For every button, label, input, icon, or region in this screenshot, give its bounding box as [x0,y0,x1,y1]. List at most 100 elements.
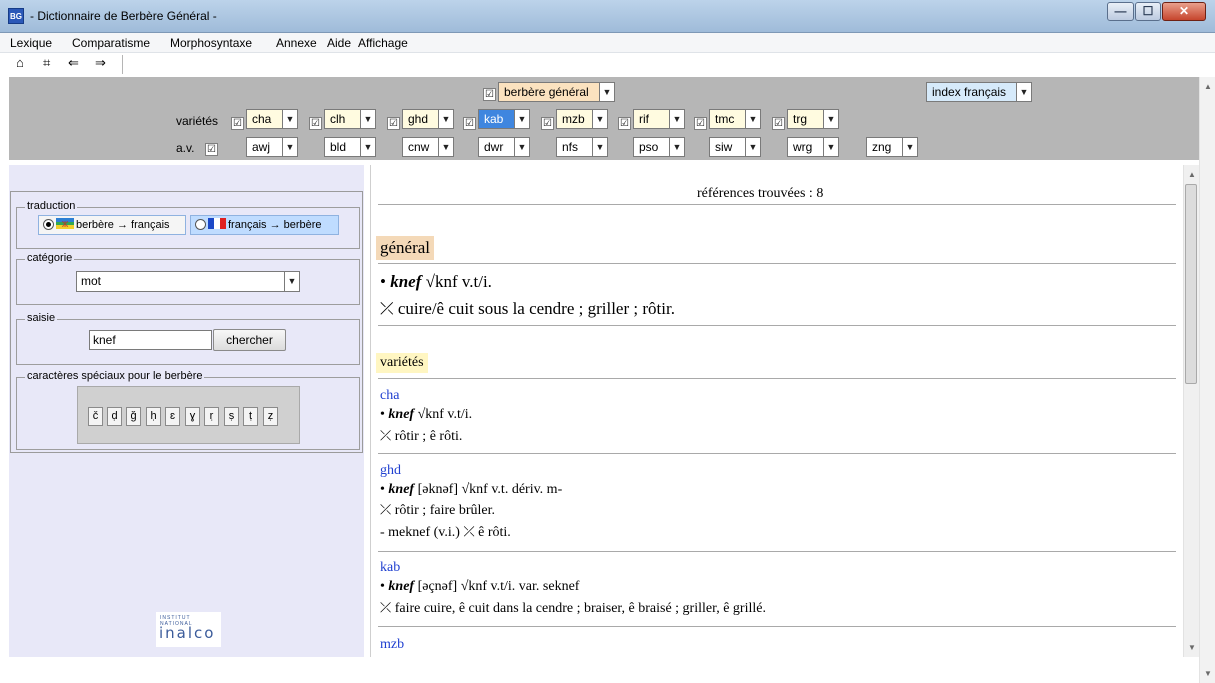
general-select[interactable]: berbère général ▼ [498,82,615,102]
special-chars-panel: č ḍ ğ ḥ ɛ ɣ ṛ ṣ ṭ ẓ [77,386,300,444]
dialect-label[interactable]: cha [380,388,399,404]
chevron-down-icon[interactable]: ▼ [592,109,608,129]
chevron-down-icon[interactable]: ▼ [438,137,454,157]
chevron-down-icon[interactable]: ▼ [360,137,376,157]
variety-ghd-select[interactable]: ghd ▼ [402,109,454,129]
char-button[interactable]: ɣ [185,407,200,426]
menu-comparatisme[interactable]: Comparatisme [72,36,150,50]
forward-arrow-icon[interactable]: ⇒ [95,55,106,71]
back-arrow-icon[interactable]: ⇐ [68,55,79,71]
char-button[interactable]: ṣ [224,407,239,426]
chercher-button[interactable]: chercher [213,329,286,351]
dialect-label[interactable]: ghd [380,463,401,479]
chevron-down-icon[interactable]: ▼ [438,109,454,129]
chevron-down-icon[interactable]: ▼ [592,137,608,157]
char-button[interactable]: ḍ [107,407,122,426]
variety-mzb-checkbox[interactable]: ☑ [541,117,554,130]
av-siw-select[interactable]: siw ▼ [709,137,761,157]
chevron-down-icon[interactable]: ▼ [282,137,298,157]
entry-headword: • knef √knf v.t/i. [380,407,473,422]
av-nfs-select[interactable]: nfs ▼ [556,137,608,157]
av-zng-select[interactable]: zng ▼ [866,137,918,157]
menu-affichage[interactable]: Affichage [358,36,408,50]
variety-tmc-select[interactable]: tmc ▼ [709,109,761,129]
chevron-down-icon[interactable]: ▼ [823,109,839,129]
av-awj-select[interactable]: awj ▼ [246,137,298,157]
variety-rif-checkbox[interactable]: ☑ [618,117,631,130]
av-cnw-select[interactable]: cnw ▼ [402,137,454,157]
maximize-button[interactable]: ☐ [1135,2,1161,21]
av-dwr-select[interactable]: dwr ▼ [478,137,530,157]
categorie-select[interactable]: mot ▼ [76,271,300,292]
variety-clh-select[interactable]: clh ▼ [324,109,376,129]
chevron-down-icon[interactable]: ▼ [514,109,530,129]
scroll-thumb[interactable] [1185,184,1197,384]
av-label-item: wrg [793,140,813,154]
scroll-down-icon[interactable]: ▼ [1188,643,1196,652]
outer-scrollbar[interactable]: ▲ ▼ [1199,77,1215,683]
close-button[interactable]: ✕ [1162,2,1206,21]
bullet: • [380,272,386,291]
scroll-down-icon[interactable]: ▼ [1204,669,1212,678]
divider [378,378,1176,379]
variety-cha-select[interactable]: cha ▼ [246,109,298,129]
av-checkbox[interactable]: ☑ [205,143,218,156]
av-wrg-select[interactable]: wrg ▼ [787,137,839,157]
menu-morphosyntaxe[interactable]: Morphosyntaxe [170,36,252,50]
entry-root: √knf v.t/i. [425,272,492,291]
chevron-down-icon[interactable]: ▼ [823,137,839,157]
char-button[interactable]: ṛ [204,407,219,426]
variety-tmc-checkbox[interactable]: ☑ [694,117,707,130]
av-bld-select[interactable]: bld ▼ [324,137,376,157]
index-select-value: index français [932,85,1007,99]
home-icon[interactable]: ⌂ [16,55,24,71]
char-button[interactable]: ḥ [146,407,161,426]
headword: knef [390,272,422,291]
grid-icon[interactable]: ⌗ [43,55,50,71]
categorie-legend: catégorie [25,252,75,264]
chevron-down-icon[interactable]: ▼ [745,109,761,129]
av-pso-select[interactable]: pso ▼ [633,137,685,157]
char-button[interactable]: ɛ [165,407,180,426]
general-entry-headword: • knef √knf v.t/i. [380,272,492,292]
variety-clh-checkbox[interactable]: ☑ [309,117,322,130]
menu-annexe[interactable]: Annexe [276,36,317,50]
char-button[interactable]: ẓ [263,407,278,426]
chevron-down-icon[interactable]: ▼ [599,82,615,102]
chevron-down-icon[interactable]: ▼ [745,137,761,157]
chevron-down-icon[interactable]: ▼ [1016,82,1032,102]
char-button[interactable]: ğ [126,407,141,426]
variety-trg-select[interactable]: trg ▼ [787,109,839,129]
entry-definition: ⤫ rôtir ; ê rôti. [380,429,463,444]
search-input[interactable]: knef [89,330,212,350]
variety-kab-checkbox[interactable]: ☑ [463,117,476,130]
scroll-up-icon[interactable]: ▲ [1188,170,1196,179]
variety-mzb-select[interactable]: mzb ▼ [556,109,608,129]
chevron-down-icon[interactable]: ▼ [282,109,298,129]
char-button[interactable]: č [88,407,103,426]
dialect-label[interactable]: mzb [380,637,404,653]
radio-berbere-francais[interactable]: ⵣ berbère → français [38,215,186,235]
minimize-button[interactable]: — [1107,2,1134,21]
index-select[interactable]: index français ▼ [926,82,1032,102]
variety-ghd-checkbox[interactable]: ☑ [387,117,400,130]
entry-definition: ⤫ rôtir ; faire brûler. [380,503,495,518]
chevron-down-icon[interactable]: ▼ [360,109,376,129]
variety-kab-select[interactable]: kab ▼ [478,109,530,129]
variety-trg-checkbox[interactable]: ☑ [772,117,785,130]
radio-francais-berbere[interactable]: français → berbère [190,215,339,235]
chevron-down-icon[interactable]: ▼ [514,137,530,157]
chevron-down-icon[interactable]: ▼ [669,109,685,129]
general-checkbox[interactable]: ☑ [483,88,496,101]
chevron-down-icon[interactable]: ▼ [284,271,300,292]
entry-root: √knf v.t/i. [417,407,473,422]
chevron-down-icon[interactable]: ▼ [902,137,918,157]
scroll-up-icon[interactable]: ▲ [1204,82,1212,91]
menu-aide[interactable]: Aide [327,36,351,50]
menu-lexique[interactable]: Lexique [10,36,52,50]
char-button[interactable]: ṭ [243,407,258,426]
variety-rif-select[interactable]: rif ▼ [633,109,685,129]
chevron-down-icon[interactable]: ▼ [669,137,685,157]
dialect-label[interactable]: kab [380,560,400,576]
variety-cha-checkbox[interactable]: ☑ [231,117,244,130]
